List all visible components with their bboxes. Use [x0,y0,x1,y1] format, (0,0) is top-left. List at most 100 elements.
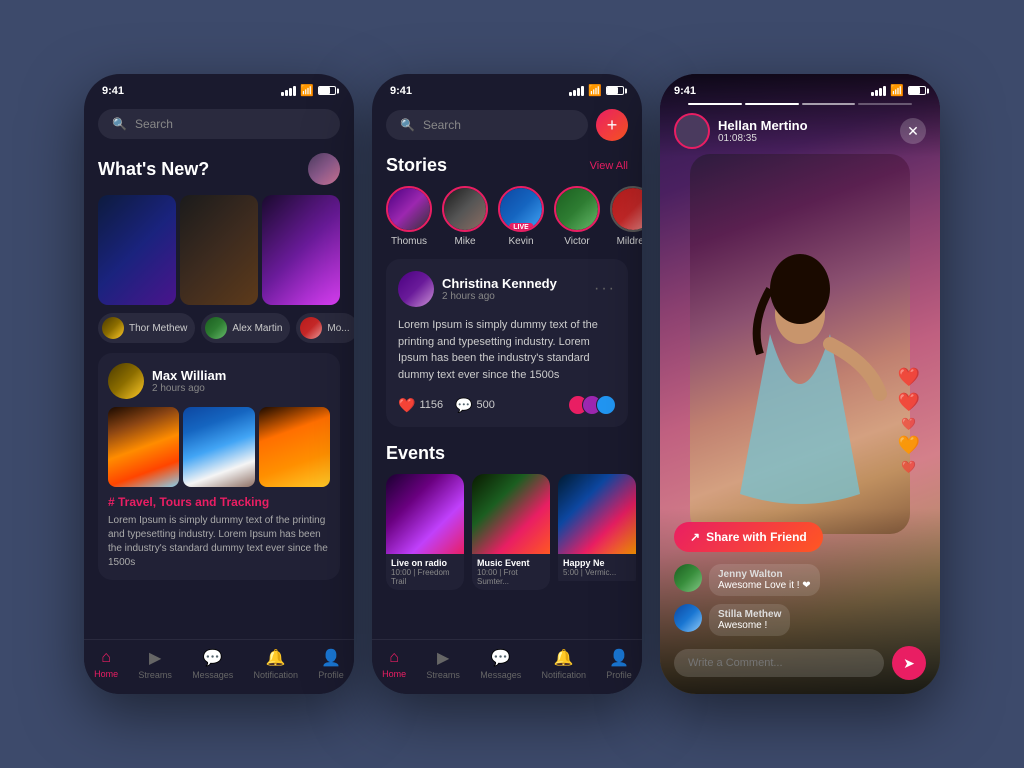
story-thomus[interactable]: Thomus [386,186,432,247]
bottom-nav-1: ⌂ Home ▶ Streams 💬 Messages 🔔 Notificati… [84,639,354,694]
event-img-3 [558,474,636,554]
search-placeholder-2: Search [423,118,461,132]
event-time-2: 10:00 | Frot Sumter... [477,568,545,586]
search-bar-1[interactable]: 🔍 Search [98,109,340,139]
post-avatar-2 [398,271,434,307]
nav-streams-label-2: Streams [426,670,460,680]
whats-new-avatar[interactable] [308,153,340,185]
story-name-mike: Mike [454,236,475,247]
heart-4: 🧡 [898,435,920,456]
comments-action[interactable]: 💬 500 [455,397,495,414]
likes-action[interactable]: ❤️ 1156 [398,397,443,414]
media-item-1[interactable] [98,195,176,305]
phone-3: 9:41 📶 [660,74,940,694]
comment-bubble-jenny: Jenny Walton Awesome Love it ! ❤ [709,564,820,596]
post-avatar-1 [108,363,144,399]
woman-silhouette [710,234,890,534]
search-icon-1: 🔍 [112,117,127,131]
nav-notification-2[interactable]: 🔔 Notification [541,648,586,680]
nav-profile-label-1: Profile [318,670,344,680]
view-all-btn[interactable]: View All [590,160,628,172]
media-item-3[interactable] [262,195,340,305]
profile-icon: 👤 [321,648,341,668]
search-icon-2: 🔍 [400,118,415,132]
event-title-3: Happy Ne [563,558,631,568]
post-img-3[interactable] [259,407,330,487]
story-name-kevin: Kevin [508,236,533,247]
story-image [690,154,910,534]
event-card-3[interactable]: Happy Ne 5:00 | Vermic... [558,474,636,590]
nav-home-label-2: Home [382,669,406,679]
home-icon: ⌂ [101,649,111,667]
nav-notification-label-1: Notification [253,670,298,680]
time-1: 9:41 [102,85,124,97]
story-user-info: Hellan Mertino 01:08:35 ✕ [674,113,926,149]
nav-messages-2[interactable]: 💬 Messages [480,648,521,680]
more-options-btn[interactable]: ··· [594,280,616,298]
status-icons-2: 📶 [569,84,624,97]
story-header: 9:41 📶 [660,74,940,157]
nav-profile-2[interactable]: 👤 Profile [606,648,632,680]
post-img-1[interactable] [108,407,179,487]
events-title: Events [386,443,445,464]
story-user-time: 01:08:35 [718,133,808,144]
event-info-2: Music Event 10:00 | Frot Sumter... [472,554,550,590]
share-button[interactable]: ↗ Share with Friend [674,522,823,552]
event-card-2[interactable]: Music Event 10:00 | Frot Sumter... [472,474,550,590]
story-overlay: ↗ Share with Friend Jenny Walton Awesome… [660,508,940,694]
nav-streams-2[interactable]: ▶ Streams [426,648,460,680]
nav-home-label-1: Home [94,669,118,679]
story-victor[interactable]: Victor [554,186,600,247]
post-author-time-2: 2 hours ago [442,291,557,302]
battery-icon-3 [908,86,926,95]
nav-messages-label-2: Messages [480,670,521,680]
event-info-3: Happy Ne 5:00 | Vermic... [558,554,636,581]
stories-row: Thomus Mike LIVE Kevin Victor Mildre [372,186,642,259]
story-avatar-mildred [610,186,642,232]
stories-header: Stories View All [372,151,642,186]
user-name-3: Mo... [327,323,349,334]
close-story-button[interactable]: ✕ [900,118,926,144]
story-name-mildred: Mildred [617,236,642,247]
event-title-1: Live on radio [391,558,459,568]
nav-profile-1[interactable]: 👤 Profile [318,648,344,680]
progress-1 [688,103,742,105]
media-item-2[interactable] [180,195,258,305]
progress-3 [802,103,856,105]
comment-icon: 💬 [455,397,472,414]
progress-4 [858,103,912,105]
story-kevin[interactable]: LIVE Kevin [498,186,544,247]
nav-streams-1[interactable]: ▶ Streams [138,648,172,680]
event-card-1[interactable]: Live on radio 10:00 | Freedom Trail [386,474,464,590]
story-mildred[interactable]: Mildred [610,186,642,247]
comment-input-row: ➤ [674,646,926,680]
story-mike[interactable]: Mike [442,186,488,247]
nav-home-1[interactable]: ⌂ Home [94,649,118,679]
stories-title: Stories [386,155,447,176]
heart-1: ❤️ [898,367,920,388]
user-chip-3[interactable]: Mo... [296,313,354,343]
add-button[interactable]: + [596,109,628,141]
heart-3: ❤️ [901,417,916,431]
comment-input[interactable] [674,649,884,677]
live-badge-kevin: LIVE [509,223,533,232]
heart-2: ❤️ [898,392,920,413]
nav-notification-1[interactable]: 🔔 Notification [253,648,298,680]
post-author-name-1: Max William [152,368,226,383]
nav-notification-label-2: Notification [541,670,586,680]
comments-count: 500 [477,399,495,411]
nav-home-2[interactable]: ⌂ Home [382,649,406,679]
user-chip-1[interactable]: Thor Methew [98,313,195,343]
battery-icon-2 [606,86,624,95]
nav-messages-1[interactable]: 💬 Messages [192,648,233,680]
search-bar-2[interactable]: 🔍 Search [386,110,588,140]
whats-new-title: What's New? [98,159,209,180]
post-author-1: Max William 2 hours ago [108,363,330,399]
post-img-2[interactable] [183,407,254,487]
progress-bars [674,103,926,105]
action-avatars [574,395,616,415]
signal-icon-2 [569,86,584,96]
send-button[interactable]: ➤ [892,646,926,680]
phone-1: 9:41 📶 🔍 Search What's New? [84,74,354,694]
user-chip-2[interactable]: Alex Martin [201,313,290,343]
